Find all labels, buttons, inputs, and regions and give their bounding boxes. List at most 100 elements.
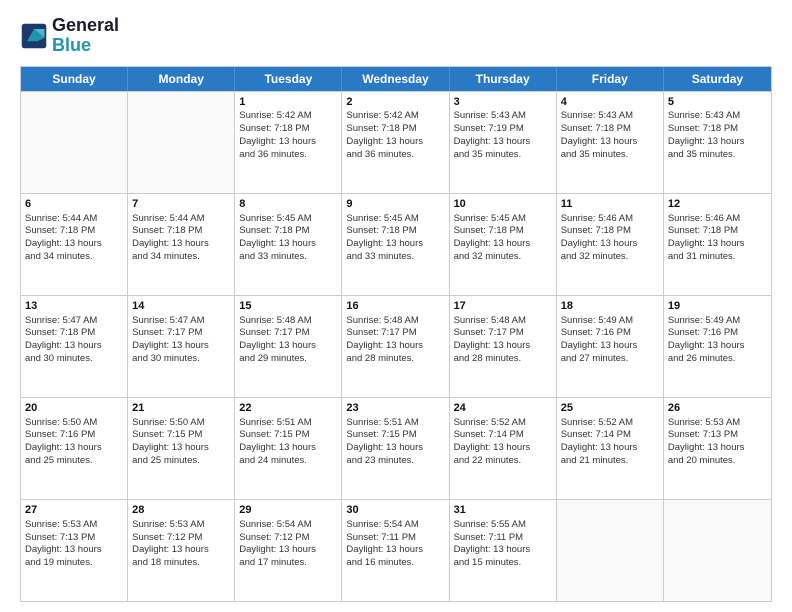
logo-text: General Blue (52, 16, 119, 56)
day-cell-16: 16Sunrise: 5:48 AMSunset: 7:17 PMDayligh… (342, 296, 449, 397)
day-info-line: and 19 minutes. (25, 557, 123, 570)
day-info-line: and 18 minutes. (132, 557, 230, 570)
day-number: 8 (239, 197, 337, 212)
day-info-line: and 35 minutes. (561, 149, 659, 162)
day-info-line: Sunset: 7:18 PM (239, 225, 337, 238)
day-info-line: Sunrise: 5:49 AM (668, 315, 767, 328)
day-info-line: Sunset: 7:18 PM (668, 225, 767, 238)
day-cell-9: 9Sunrise: 5:45 AMSunset: 7:18 PMDaylight… (342, 194, 449, 295)
day-info-line: Sunset: 7:17 PM (239, 327, 337, 340)
day-info-line: Sunrise: 5:42 AM (239, 110, 337, 123)
day-info-line: Daylight: 13 hours (132, 238, 230, 251)
day-info-line: Sunrise: 5:51 AM (239, 417, 337, 430)
day-header-tuesday: Tuesday (235, 67, 342, 91)
day-cell-12: 12Sunrise: 5:46 AMSunset: 7:18 PMDayligh… (664, 194, 771, 295)
day-info-line: Sunset: 7:15 PM (346, 429, 444, 442)
day-info-line: Daylight: 13 hours (239, 238, 337, 251)
day-info-line: Sunset: 7:18 PM (132, 225, 230, 238)
day-info-line: Sunrise: 5:48 AM (454, 315, 552, 328)
day-info-line: Sunset: 7:12 PM (132, 532, 230, 545)
day-info-line: Daylight: 13 hours (239, 136, 337, 149)
day-number: 12 (668, 197, 767, 212)
day-cell-30: 30Sunrise: 5:54 AMSunset: 7:11 PMDayligh… (342, 500, 449, 601)
day-info-line: Daylight: 13 hours (25, 544, 123, 557)
day-number: 13 (25, 299, 123, 314)
empty-cell (664, 500, 771, 601)
day-number: 28 (132, 503, 230, 518)
day-info-line: Sunrise: 5:43 AM (668, 110, 767, 123)
day-info-line: Sunset: 7:11 PM (346, 532, 444, 545)
day-info-line: Sunrise: 5:54 AM (239, 519, 337, 532)
day-info-line: Sunset: 7:17 PM (454, 327, 552, 340)
day-info-line: Sunset: 7:13 PM (25, 532, 123, 545)
day-cell-15: 15Sunrise: 5:48 AMSunset: 7:17 PMDayligh… (235, 296, 342, 397)
day-info-line: and 34 minutes. (132, 251, 230, 264)
day-cell-19: 19Sunrise: 5:49 AMSunset: 7:16 PMDayligh… (664, 296, 771, 397)
day-info-line: and 17 minutes. (239, 557, 337, 570)
day-info-line: Daylight: 13 hours (668, 340, 767, 353)
day-info-line: and 16 minutes. (346, 557, 444, 570)
day-cell-17: 17Sunrise: 5:48 AMSunset: 7:17 PMDayligh… (450, 296, 557, 397)
week-row-3: 13Sunrise: 5:47 AMSunset: 7:18 PMDayligh… (21, 295, 771, 397)
day-info-line: Daylight: 13 hours (132, 442, 230, 455)
day-info-line: Daylight: 13 hours (346, 238, 444, 251)
day-info-line: and 29 minutes. (239, 353, 337, 366)
day-info-line: Daylight: 13 hours (561, 442, 659, 455)
day-info-line: Daylight: 13 hours (25, 340, 123, 353)
day-info-line: Sunrise: 5:43 AM (454, 110, 552, 123)
day-number: 23 (346, 401, 444, 416)
day-info-line: and 26 minutes. (668, 353, 767, 366)
week-row-5: 27Sunrise: 5:53 AMSunset: 7:13 PMDayligh… (21, 499, 771, 601)
day-number: 10 (454, 197, 552, 212)
day-info-line: Sunrise: 5:44 AM (132, 213, 230, 226)
day-number: 22 (239, 401, 337, 416)
day-info-line: Sunrise: 5:45 AM (239, 213, 337, 226)
week-row-1: 1Sunrise: 5:42 AMSunset: 7:18 PMDaylight… (21, 91, 771, 193)
day-info-line: and 25 minutes. (25, 455, 123, 468)
day-info-line: Sunset: 7:18 PM (561, 123, 659, 136)
day-info-line: Sunrise: 5:42 AM (346, 110, 444, 123)
empty-cell (21, 92, 128, 193)
day-cell-2: 2Sunrise: 5:42 AMSunset: 7:18 PMDaylight… (342, 92, 449, 193)
day-info-line: Sunset: 7:13 PM (668, 429, 767, 442)
day-cell-20: 20Sunrise: 5:50 AMSunset: 7:16 PMDayligh… (21, 398, 128, 499)
day-info-line: Sunrise: 5:54 AM (346, 519, 444, 532)
day-cell-11: 11Sunrise: 5:46 AMSunset: 7:18 PMDayligh… (557, 194, 664, 295)
day-cell-28: 28Sunrise: 5:53 AMSunset: 7:12 PMDayligh… (128, 500, 235, 601)
day-number: 31 (454, 503, 552, 518)
day-info-line: Sunset: 7:19 PM (454, 123, 552, 136)
calendar: SundayMondayTuesdayWednesdayThursdayFrid… (20, 66, 772, 602)
day-info-line: Sunrise: 5:50 AM (132, 417, 230, 430)
day-cell-31: 31Sunrise: 5:55 AMSunset: 7:11 PMDayligh… (450, 500, 557, 601)
calendar-body: 1Sunrise: 5:42 AMSunset: 7:18 PMDaylight… (21, 91, 771, 601)
day-info-line: and 30 minutes. (25, 353, 123, 366)
day-info-line: Daylight: 13 hours (668, 442, 767, 455)
day-info-line: Daylight: 13 hours (561, 136, 659, 149)
day-info-line: Daylight: 13 hours (239, 544, 337, 557)
calendar-header: SundayMondayTuesdayWednesdayThursdayFrid… (21, 67, 771, 91)
day-info-line: Sunset: 7:16 PM (561, 327, 659, 340)
day-number: 4 (561, 95, 659, 110)
day-info-line: Daylight: 13 hours (668, 238, 767, 251)
day-info-line: Sunrise: 5:49 AM (561, 315, 659, 328)
day-info-line: and 25 minutes. (132, 455, 230, 468)
day-info-line: and 33 minutes. (346, 251, 444, 264)
day-info-line: Sunset: 7:15 PM (132, 429, 230, 442)
day-header-wednesday: Wednesday (342, 67, 449, 91)
day-info-line: Daylight: 13 hours (454, 136, 552, 149)
day-info-line: Sunrise: 5:45 AM (454, 213, 552, 226)
day-info-line: Sunrise: 5:46 AM (668, 213, 767, 226)
day-number: 1 (239, 95, 337, 110)
day-cell-7: 7Sunrise: 5:44 AMSunset: 7:18 PMDaylight… (128, 194, 235, 295)
day-info-line: and 35 minutes. (454, 149, 552, 162)
day-info-line: Daylight: 13 hours (561, 238, 659, 251)
day-cell-5: 5Sunrise: 5:43 AMSunset: 7:18 PMDaylight… (664, 92, 771, 193)
day-info-line: and 27 minutes. (561, 353, 659, 366)
day-info-line: Sunset: 7:18 PM (25, 225, 123, 238)
day-info-line: Sunset: 7:16 PM (668, 327, 767, 340)
day-info-line: and 36 minutes. (346, 149, 444, 162)
day-info-line: Sunset: 7:15 PM (239, 429, 337, 442)
day-info-line: Sunrise: 5:53 AM (132, 519, 230, 532)
day-info-line: Daylight: 13 hours (132, 340, 230, 353)
day-info-line: Sunrise: 5:55 AM (454, 519, 552, 532)
